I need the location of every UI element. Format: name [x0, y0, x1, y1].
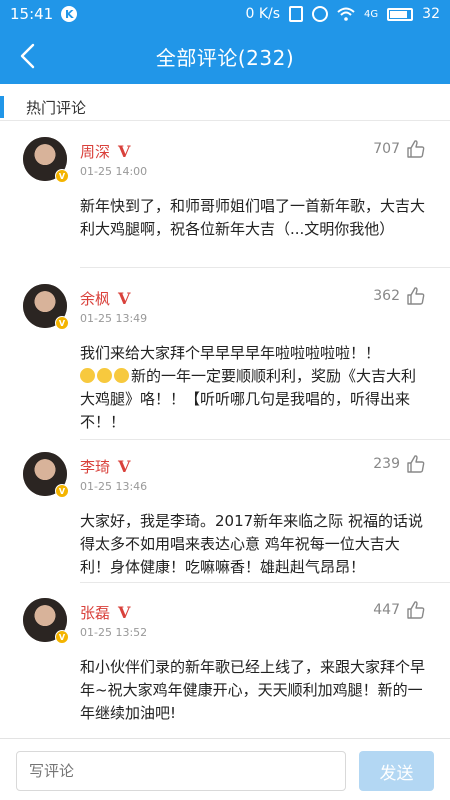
comment-author[interactable]: 余枫 V [80, 288, 130, 309]
verified-badge-icon: V [55, 316, 69, 330]
divider [80, 439, 450, 440]
verified-v-icon: V [118, 289, 131, 308]
chevron-left-icon [20, 43, 35, 69]
comment-author[interactable]: 李琦 V [80, 456, 130, 477]
like-button[interactable]: 239 [373, 454, 426, 474]
k-app-icon: K [61, 6, 78, 22]
status-right-group: 0 K/s 4G 32 [245, 6, 440, 22]
comment-time: 01-25 13:49 [80, 312, 148, 325]
author-name: 周深 [80, 143, 111, 161]
comment-time: 01-25 14:00 [80, 165, 148, 178]
comment-time: 01-25 13:52 [80, 626, 148, 639]
like-button[interactable]: 707 [373, 139, 426, 159]
avatar[interactable]: V [23, 137, 69, 183]
battery-icon [387, 7, 414, 21]
page-title: 全部评论(232) [155, 45, 295, 70]
like-count: 447 [373, 602, 400, 618]
divider [0, 120, 450, 121]
status-bar: 15:41 K 0 K/s 4G 32 [0, 0, 450, 28]
like-count: 239 [373, 456, 400, 472]
signal-icon: 4G [364, 8, 379, 20]
comment-text-rest: 新的一年一定要顺顺利利，奖励《大吉大利大鸡腿》咯！！【听听哪几句是我唱的，听得出… [80, 365, 425, 434]
smile-emoji-icon [80, 368, 95, 383]
avatar[interactable]: V [23, 284, 69, 330]
comment-time: 01-25 13:46 [80, 480, 148, 493]
comment-text: 和小伙伴们录的新年歌已经上线了，来跟大家拜个早年~祝大家鸡年健康开心，天天顺利加… [80, 658, 426, 722]
vibrate-icon [289, 6, 304, 22]
send-button[interactable]: 发送 [359, 751, 434, 791]
comment-author[interactable]: 周深 V [80, 141, 130, 162]
divider [80, 267, 450, 268]
comment-text: 我们来给大家拜个早早早早年啦啦啦啦啦！！ 新的一年一定要顺顺利利，奖励《大吉大利… [80, 342, 425, 434]
comment-text-line: 我们来给大家拜个早早早早年啦啦啦啦啦！！ [80, 344, 381, 362]
alarm-icon [312, 6, 329, 22]
section-header: 热门评论 [0, 94, 450, 120]
status-time: 15:41 [10, 5, 54, 23]
author-name: 李琦 [80, 458, 111, 476]
comment-author[interactable]: 张磊 V [80, 602, 130, 623]
comment-text: 大家好，我是李琦。2017新年来临之际 祝福的话说得太多不如用唱来表达心意 鸡年… [80, 512, 423, 576]
thumbs-up-icon [407, 287, 425, 305]
divider [80, 582, 450, 583]
section-accent-bar [0, 96, 4, 118]
smile-emoji-icon [97, 368, 112, 383]
comment-composer: 发送 [0, 738, 450, 800]
verified-v-icon: V [118, 603, 131, 622]
like-count: 362 [373, 288, 400, 304]
comment-input[interactable] [16, 751, 346, 791]
wifi-icon [337, 7, 355, 21]
back-button[interactable] [14, 42, 40, 70]
comment-text-body: 新的一年一定要顺顺利利，奖励《大吉大利大鸡腿》咯！！【听听哪几句是我唱的，听得出… [80, 367, 417, 431]
net-speed: 0 K/s [245, 6, 281, 22]
like-button[interactable]: 362 [373, 286, 426, 306]
verified-badge-icon: V [55, 630, 69, 644]
avatar[interactable]: V [23, 598, 69, 644]
verified-badge-icon: V [55, 169, 69, 183]
author-name: 余枫 [80, 290, 111, 308]
like-count: 707 [373, 141, 400, 157]
author-name: 张磊 [80, 604, 111, 622]
thumbs-up-icon [407, 601, 425, 619]
section-title: 热门评论 [26, 98, 87, 117]
like-button[interactable]: 447 [373, 600, 426, 620]
comment-text: 新年快到了，和师哥师姐们唱了一首新年歌，大吉大利大鸡腿啊，祝各位新年大吉（...… [80, 197, 426, 238]
verified-v-icon: V [118, 457, 131, 476]
avatar[interactable]: V [23, 452, 69, 498]
verified-badge-icon: V [55, 484, 69, 498]
smile-emoji-icon [114, 368, 129, 383]
thumbs-up-icon [407, 455, 425, 473]
verified-v-icon: V [118, 142, 131, 161]
battery-level: 32 [422, 6, 440, 22]
nav-bar: 全部评论(232) [0, 28, 450, 84]
thumbs-up-icon [407, 140, 425, 158]
